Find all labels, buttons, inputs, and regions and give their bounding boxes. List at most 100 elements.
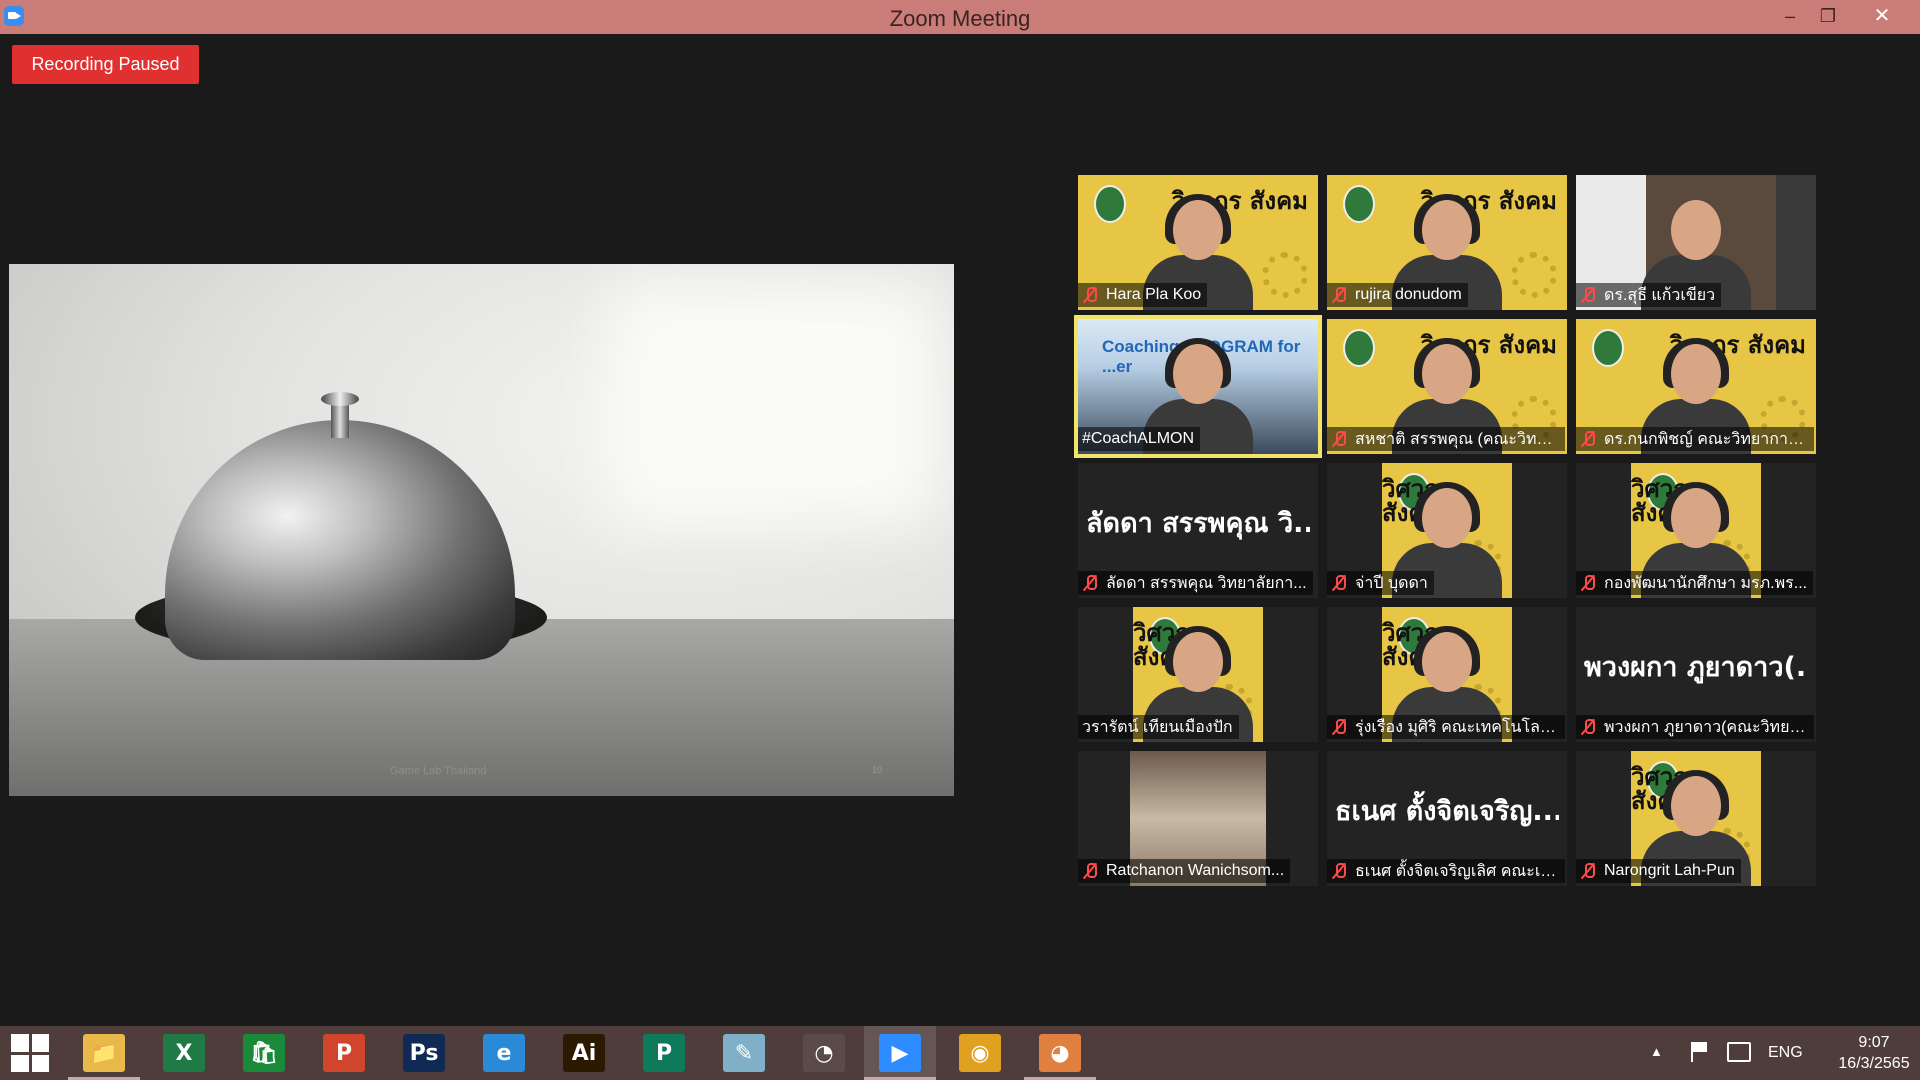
taskbar-store-button[interactable]: 🛍 bbox=[228, 1026, 300, 1080]
participant-name-bar: Hara Pla Koo bbox=[1078, 283, 1208, 307]
participant-name: ดร.สุธี แก้วเขียว bbox=[1604, 286, 1716, 304]
shared-slide-page-number: 10 bbox=[872, 765, 883, 775]
zoom-icon: ▶ bbox=[879, 1034, 921, 1072]
participant-name-bar: กองพัฒนานักศึกษา มรภ.พร... bbox=[1576, 571, 1814, 595]
participant-name: จ่าปี บุดดา bbox=[1355, 574, 1428, 592]
store-icon: 🛍 bbox=[243, 1034, 285, 1072]
taskbar-photoshop-button[interactable]: Ps bbox=[388, 1026, 460, 1080]
participant-tile[interactable]: พวงผกา ภูยาดาว(... พวงผกา ภูยาดาว(คณะวิทย… bbox=[1576, 607, 1816, 742]
taskbar-internet-explorer-button[interactable]: e bbox=[468, 1026, 540, 1080]
title-bar: Zoom Meeting – ❐ ✕ bbox=[0, 0, 1920, 34]
participant-display-name: ลัดดา สรรพคุณ วิ... bbox=[1086, 508, 1310, 539]
recording-paused-badge[interactable]: Recording Paused bbox=[12, 45, 199, 84]
taskbar-zoom-button[interactable]: ▶ bbox=[864, 1026, 936, 1080]
participant-tile[interactable]: Ratchanon Wanichsom... bbox=[1078, 751, 1318, 886]
windows-logo-icon bbox=[11, 1034, 49, 1072]
taskbar-excel-button[interactable]: X bbox=[148, 1026, 220, 1080]
taskbar-powerpoint-button[interactable]: P bbox=[308, 1026, 380, 1080]
mic-muted-icon bbox=[1580, 574, 1596, 592]
participant-display-name: พวงผกา ภูยาดาว(... bbox=[1584, 652, 1808, 683]
university-seal-icon bbox=[1343, 185, 1375, 223]
participant-tile[interactable]: ธเนศ ตั้งจิตเจริญ... ธเนศ ตั้งจิตเจริญเลิ… bbox=[1327, 751, 1567, 886]
photoshop-icon: Ps bbox=[403, 1034, 445, 1072]
participant-name-bar: #CoachALMON bbox=[1078, 427, 1201, 451]
mic-muted-icon bbox=[1580, 862, 1596, 880]
mic-muted-icon bbox=[1331, 286, 1347, 304]
participant-name: กองพัฒนานักศึกษา มรภ.พร... bbox=[1604, 574, 1808, 592]
participant-name: Hara Pla Koo bbox=[1106, 286, 1202, 303]
participant-tile[interactable]: วิศวกร สังคม กองพัฒนานักศึกษา มรภ.พร... bbox=[1576, 463, 1816, 598]
university-seal-icon bbox=[1094, 185, 1126, 223]
university-seal-icon bbox=[1343, 329, 1375, 367]
participant-name-bar: รุ่งเรือง มุศิริ คณะเทคโนโลยีอุ... bbox=[1327, 715, 1565, 739]
mic-muted-icon bbox=[1082, 286, 1098, 304]
clock[interactable]: 9:07 16/3/2565 bbox=[1834, 1032, 1914, 1074]
taskbar-paint-button[interactable]: ◕ bbox=[1024, 1026, 1096, 1080]
participant-name-bar: Ratchanon Wanichsom... bbox=[1078, 859, 1291, 883]
participant-name-bar: ดร.กนกพิชญ์ คณะวิทยาการ... bbox=[1576, 427, 1814, 451]
participant-tile[interactable]: ดร.สุธี แก้วเขียว bbox=[1576, 175, 1816, 310]
participant-tile[interactable]: วิศวกร สังคม รุ่งเรือง มุศิริ คณะเทคโนโลย… bbox=[1327, 607, 1567, 742]
mic-muted-icon bbox=[1580, 286, 1596, 304]
participant-tile[interactable]: Coaching PROGRAM for ...er #CoachALMON bbox=[1074, 315, 1322, 458]
chrome-icon: ◉ bbox=[959, 1034, 1001, 1072]
excel-icon: X bbox=[163, 1034, 205, 1072]
participant-name: Narongrit Lah-Pun bbox=[1604, 862, 1735, 879]
shared-slide-caption: Game Lab Thailand bbox=[390, 765, 487, 777]
input-language[interactable]: ENG bbox=[1768, 1044, 1803, 1062]
participant-name: rujira donudom bbox=[1355, 286, 1462, 303]
university-seal-icon bbox=[1592, 329, 1624, 367]
maximize-button[interactable]: ❐ bbox=[1808, 0, 1848, 34]
clock-date: 16/3/2565 bbox=[1838, 1055, 1910, 1072]
participant-name: ลัดดา สรรพคุณ วิทยาลัยกา... bbox=[1106, 574, 1307, 592]
photoscape-icon: ◔ bbox=[803, 1034, 845, 1072]
participant-name-bar: สหชาติ สรรพคุณ (คณะวิทย์... bbox=[1327, 427, 1565, 451]
participant-name: สหชาติ สรรพคุณ (คณะวิทย์... bbox=[1355, 430, 1559, 448]
mic-muted-icon bbox=[1331, 430, 1347, 448]
publisher-icon: P bbox=[643, 1034, 685, 1072]
participant-tile[interactable]: วิศวกร สังคม Narongrit Lah-Pun bbox=[1576, 751, 1816, 886]
participant-display-name: ธเนศ ตั้งจิตเจริญ... bbox=[1335, 796, 1559, 827]
participant-name: Ratchanon Wanichsom... bbox=[1106, 862, 1285, 879]
participant-name: ดร.กนกพิชญ์ คณะวิทยาการ... bbox=[1604, 430, 1808, 448]
powerpoint-icon: P bbox=[323, 1034, 365, 1072]
window-title: Zoom Meeting bbox=[889, 6, 1031, 31]
mic-muted-icon bbox=[1331, 718, 1347, 736]
participant-tile[interactable]: วิศวกร สังคม จ่าปี บุดดา bbox=[1327, 463, 1567, 598]
taskbar-publisher-button[interactable]: P bbox=[628, 1026, 700, 1080]
participant-tile[interactable]: วิศวกร สังคม สหชาติ สรรพคุณ (คณะวิทย์... bbox=[1327, 319, 1567, 454]
participant-name: วรารัตน์ เทียนเมืองปัก bbox=[1082, 718, 1233, 736]
taskbar-notepad-button[interactable]: ✎ bbox=[708, 1026, 780, 1080]
taskbar-chrome-button[interactable]: ◉ bbox=[944, 1026, 1016, 1080]
participant-tile[interactable]: วิศวกร สังคม rujira donudom bbox=[1327, 175, 1567, 310]
participant-tile[interactable]: วิศวกร สังคม ดร.กนกพิชญ์ คณะวิทยาการ... bbox=[1576, 319, 1816, 454]
participant-tile[interactable]: วิศวกร สังคม Hara Pla Koo bbox=[1078, 175, 1318, 310]
start-button[interactable] bbox=[0, 1026, 60, 1080]
gear-icon bbox=[1511, 252, 1557, 298]
participant-name: รุ่งเรือง มุศิริ คณะเทคโนโลยีอุ... bbox=[1355, 718, 1559, 736]
clock-time: 9:07 bbox=[1858, 1034, 1890, 1051]
show-hidden-icons-chevron-icon[interactable]: ▲ bbox=[1650, 1044, 1663, 1059]
action-center-flag-icon[interactable] bbox=[1688, 1040, 1710, 1062]
bell-knob bbox=[321, 392, 359, 406]
taskbar-file-explorer-button[interactable]: 📁 bbox=[68, 1026, 140, 1080]
participant-tile[interactable]: ลัดดา สรรพคุณ วิ... ลัดดา สรรพคุณ วิทยาลั… bbox=[1078, 463, 1318, 598]
close-button[interactable]: ✕ bbox=[1860, 0, 1904, 34]
mic-muted-icon bbox=[1580, 430, 1596, 448]
participant-name-bar: ดร.สุธี แก้วเขียว bbox=[1576, 283, 1722, 307]
taskbar: 📁 X 🛍 P Ps e Ai P ✎ ◔ ▶ ◉ ◕ ▲ ENG 9:07 16/3/2565 bbox=[0, 1026, 1920, 1080]
background-highlight bbox=[609, 284, 939, 524]
internet-explorer-icon: e bbox=[483, 1034, 525, 1072]
participant-name-bar: ธเนศ ตั้งจิตเจริญเลิศ คณะเท... bbox=[1327, 859, 1565, 883]
paint-icon: ◕ bbox=[1039, 1034, 1081, 1072]
minimize-button[interactable]: – bbox=[1770, 0, 1810, 34]
mic-muted-icon bbox=[1331, 574, 1347, 592]
participant-tile[interactable]: วิศวกร สังคม วรารัตน์ เทียนเมืองปัก bbox=[1078, 607, 1318, 742]
participant-name-bar: rujira donudom bbox=[1327, 283, 1468, 307]
network-icon[interactable] bbox=[1727, 1042, 1751, 1062]
taskbar-illustrator-button[interactable]: Ai bbox=[548, 1026, 620, 1080]
participant-name-bar: พวงผกา ภูยาดาว(คณะวิทยา... bbox=[1576, 715, 1814, 739]
taskbar-photoscape-button[interactable]: ◔ bbox=[788, 1026, 860, 1080]
participant-name: พวงผกา ภูยาดาว(คณะวิทยา... bbox=[1604, 718, 1808, 736]
mic-muted-icon bbox=[1331, 862, 1347, 880]
